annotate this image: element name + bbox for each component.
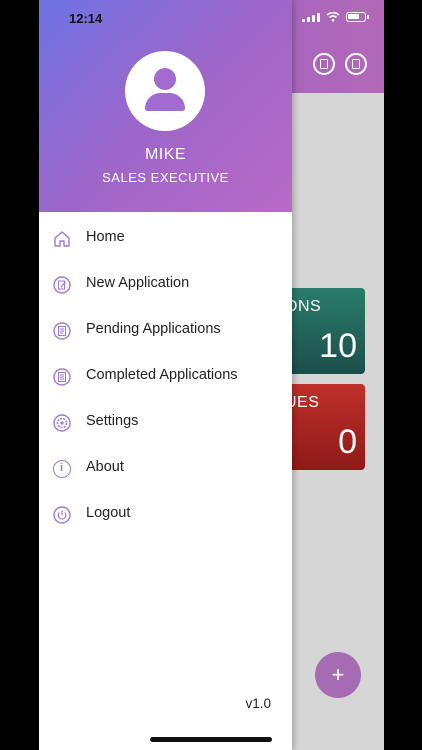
wifi-icon [326,12,340,22]
app-version: v1.0 [245,696,271,711]
menu-item-about[interactable]: About [39,446,292,492]
status-time: 12:14 [69,11,103,26]
new-application-icon [53,276,71,294]
pending-applications-icon [53,322,71,340]
home-icon [54,231,70,247]
drawer-header: 12:14 MIKE SALES EXECUTIVE [39,0,292,212]
card-value: 10 [319,327,357,365]
menu-item-completed-applications[interactable]: Completed Applications [39,354,292,400]
menu-item-label: Pending Applications [86,321,221,337]
menu-item-settings[interactable]: Settings [39,400,292,446]
completed-applications-icon [53,368,71,386]
navigation-drawer: 12:14 MIKE SALES EXECUTIVE Home New Appl… [39,0,292,750]
menu-item-label: Home [86,229,125,245]
menu-item-home[interactable]: Home [39,216,292,262]
user-name: MIKE [144,146,187,163]
status-indicators [302,12,369,22]
settings-icon [53,414,71,432]
summary-card-issues[interactable]: UES 0 [285,384,365,470]
calendar-icon[interactable] [313,53,335,75]
home-indicator[interactable] [150,737,272,742]
battery-icon [346,12,369,22]
menu-item-label: Completed Applications [86,367,238,383]
menu-item-label: About [86,459,124,475]
user-role: SALES EXECUTIVE [102,170,229,185]
about-icon [53,460,71,478]
menu-item-label: Logout [86,505,131,521]
phone-screen: ONS 10 UES 0 + 12:14 MIKE SALES EXECUTIV… [39,0,384,750]
menu-item-new-application[interactable]: New Application [39,262,292,308]
card-value: 0 [338,423,357,461]
logout-icon [53,506,71,524]
menu-item-logout[interactable]: Logout [39,492,292,538]
user-icon [154,68,176,90]
menu-item-label: Settings [86,413,139,429]
menu-item-pending-applications[interactable]: Pending Applications [39,308,292,354]
menu-item-label: New Application [86,275,190,291]
avatar[interactable] [125,51,205,131]
signal-icon [302,12,320,22]
summary-card-applications[interactable]: ONS 10 [285,288,365,374]
notes-icon[interactable] [345,53,367,75]
add-button[interactable]: + [315,652,361,698]
drawer-menu: Home New Application Pending Application… [39,216,292,538]
